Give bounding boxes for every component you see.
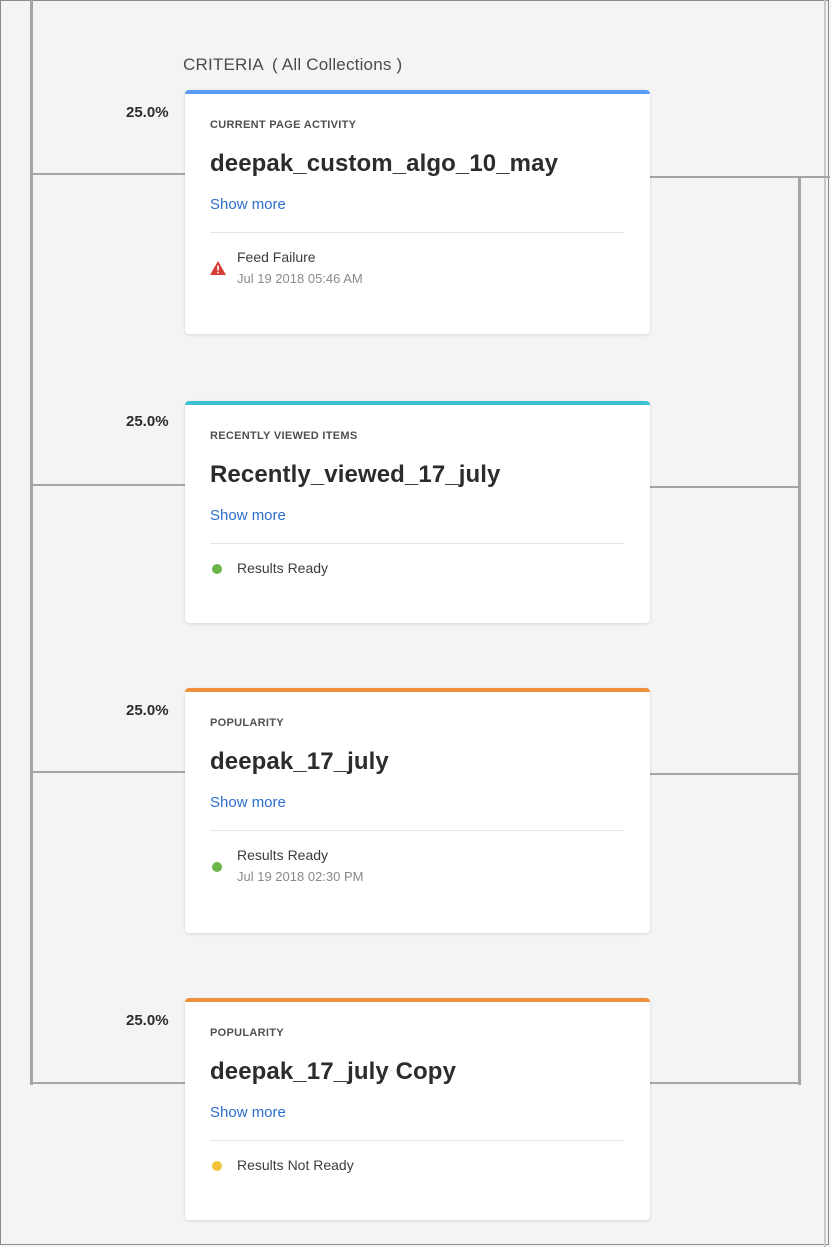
status-row: Results Ready xyxy=(210,560,625,576)
connector-right-1 xyxy=(650,176,830,178)
criteria-card[interactable]: POPULARITY deepak_17_july Show more Resu… xyxy=(185,688,650,933)
status-row: Results Ready Jul 19 2018 02:30 PM xyxy=(210,847,625,884)
criteria-type: RECENTLY VIEWED ITEMS xyxy=(210,430,358,442)
yellow-dot-icon xyxy=(212,1161,222,1171)
green-dot-icon xyxy=(212,862,222,872)
criteria-name: Recently_viewed_17_july xyxy=(210,461,501,488)
card-accent-bar xyxy=(185,90,650,94)
connector-left-3 xyxy=(30,771,185,773)
weight-label: 25.0% xyxy=(126,413,169,430)
connector-left-1 xyxy=(30,173,185,175)
collections-label: ( All Collections ) xyxy=(271,55,403,74)
connector-left-2 xyxy=(30,484,185,486)
connector-left-4 xyxy=(30,1082,185,1084)
criteria-type: CURRENT PAGE ACTIVITY xyxy=(210,119,357,131)
connector-right-4 xyxy=(650,1082,800,1084)
criteria-card[interactable]: RECENTLY VIEWED ITEMS Recently_viewed_17… xyxy=(185,401,650,623)
criteria-card[interactable]: POPULARITY deepak_17_july Copy Show more… xyxy=(185,998,650,1220)
status-row: Results Not Ready xyxy=(210,1157,625,1173)
status-label: Feed Failure xyxy=(237,249,316,265)
criteria-name: deepak_17_july xyxy=(210,748,389,775)
weight-label: 25.0% xyxy=(126,104,169,121)
criteria-type: POPULARITY xyxy=(210,1027,284,1039)
connector-right-3 xyxy=(650,773,800,775)
card-accent-bar xyxy=(185,688,650,692)
right-edge-divider xyxy=(824,0,826,1247)
criteria-label: CRITERIA xyxy=(183,55,264,74)
status-label: Results Not Ready xyxy=(237,1157,354,1173)
card-divider xyxy=(210,1140,625,1141)
card-accent-bar xyxy=(185,998,650,1002)
card-divider xyxy=(210,543,625,544)
card-divider xyxy=(210,232,625,233)
green-dot-icon xyxy=(212,564,222,574)
criteria-header: CRITERIA ( All Collections ) xyxy=(183,55,402,75)
connector-right-2 xyxy=(650,486,800,488)
connector-left-vertical xyxy=(30,0,33,1085)
show-more-link[interactable]: Show more xyxy=(210,794,286,811)
card-divider xyxy=(210,830,625,831)
warning-icon xyxy=(210,261,226,275)
status-label: Results Ready xyxy=(237,847,329,863)
show-more-link[interactable]: Show more xyxy=(210,507,286,524)
show-more-link[interactable]: Show more xyxy=(210,1104,286,1121)
weight-label: 25.0% xyxy=(126,1012,169,1029)
status-label: Results Ready xyxy=(237,560,329,576)
status-timestamp: Jul 19 2018 02:30 PM xyxy=(237,869,364,884)
connector-right-vertical xyxy=(798,176,801,1085)
criteria-name: deepak_custom_algo_10_may xyxy=(210,150,559,177)
criteria-type: POPULARITY xyxy=(210,717,284,729)
card-accent-bar xyxy=(185,401,650,405)
criteria-card[interactable]: CURRENT PAGE ACTIVITY deepak_custom_algo… xyxy=(185,90,650,334)
status-timestamp: Jul 19 2018 05:46 AM xyxy=(237,271,363,286)
status-row: Feed Failure Jul 19 2018 05:46 AM xyxy=(210,249,625,286)
weight-label: 25.0% xyxy=(126,702,169,719)
show-more-link[interactable]: Show more xyxy=(210,196,286,213)
criteria-name: deepak_17_july Copy xyxy=(210,1058,457,1085)
